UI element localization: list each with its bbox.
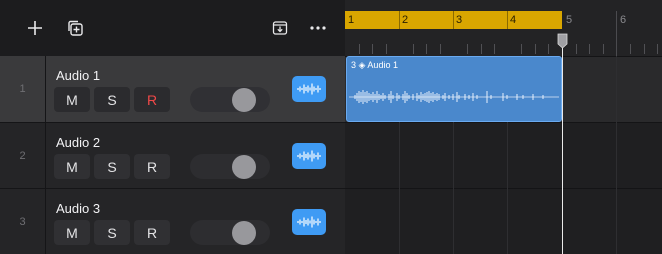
add-track-button[interactable] bbox=[23, 16, 47, 40]
ruler-tick bbox=[494, 44, 496, 54]
track-header-panel: 1 Audio 1 M S R 2 Audio 2 M S R 3 Audio … bbox=[0, 0, 345, 254]
import-icon bbox=[272, 21, 288, 35]
track-number: 3 bbox=[0, 189, 46, 254]
bar-divider bbox=[616, 11, 617, 56]
region-label: 3 ◈ Audio 1 bbox=[351, 60, 398, 70]
ruler-tick bbox=[521, 44, 523, 54]
more-options-button[interactable] bbox=[306, 16, 330, 40]
ruler-tick bbox=[480, 44, 482, 54]
ruler-tick bbox=[358, 44, 360, 54]
mute-button[interactable]: M bbox=[54, 87, 90, 112]
ruler-tick bbox=[602, 44, 604, 54]
track-lane[interactable] bbox=[345, 188, 662, 254]
tracks-area[interactable]: 1 2 3 4 5 6 3 ◈ Audio 1 bbox=[345, 0, 662, 254]
volume-slider-knob[interactable] bbox=[232, 87, 256, 112]
bar-number: 4 bbox=[510, 14, 517, 26]
region-waveform bbox=[349, 90, 559, 104]
bar-number: 1 bbox=[348, 14, 355, 26]
bar-number: 5 bbox=[566, 14, 573, 26]
playhead-line bbox=[562, 40, 563, 254]
bar-divider bbox=[453, 11, 454, 29]
track-lane[interactable] bbox=[345, 122, 662, 188]
bar-ruler[interactable]: 1 2 3 4 5 6 bbox=[345, 0, 662, 56]
track-name[interactable]: Audio 1 bbox=[56, 68, 100, 83]
ruler-tick bbox=[548, 44, 550, 54]
playhead-icon bbox=[557, 33, 568, 49]
track-number: 1 bbox=[0, 56, 46, 122]
track-row[interactable]: 3 Audio 3 M S R bbox=[0, 188, 345, 254]
bar-divider bbox=[507, 11, 508, 29]
bar-number: 6 bbox=[620, 14, 627, 26]
track-icon-button[interactable] bbox=[292, 76, 326, 102]
mute-button[interactable]: M bbox=[54, 220, 90, 245]
solo-button[interactable]: S bbox=[94, 87, 130, 112]
solo-button[interactable]: S bbox=[94, 220, 130, 245]
ruler-tick bbox=[643, 44, 645, 54]
volume-slider-knob[interactable] bbox=[232, 154, 256, 179]
record-enable-button[interactable]: R bbox=[134, 154, 170, 179]
waveform-icon bbox=[297, 83, 321, 95]
duplicate-track-button[interactable] bbox=[63, 16, 87, 40]
ruler-tick bbox=[372, 44, 373, 54]
playhead-handle[interactable] bbox=[557, 33, 568, 49]
ruler-tick bbox=[534, 44, 536, 54]
bar-number: 3 bbox=[456, 14, 463, 26]
record-enable-button[interactable]: R bbox=[134, 87, 170, 112]
ruler-tick bbox=[385, 44, 387, 54]
solo-button[interactable]: S bbox=[94, 154, 130, 179]
track-row[interactable]: 1 Audio 1 M S R bbox=[0, 56, 345, 122]
waveform-icon bbox=[297, 216, 321, 228]
plus-icon bbox=[28, 21, 42, 35]
ruler-tick bbox=[439, 44, 441, 54]
ruler-tick bbox=[657, 44, 658, 54]
duplicate-icon bbox=[68, 20, 83, 36]
track-name[interactable]: Audio 2 bbox=[56, 135, 100, 150]
waveform-icon bbox=[297, 150, 321, 162]
tracks-toolbar bbox=[0, 0, 345, 56]
ellipsis-icon bbox=[310, 26, 326, 30]
record-enable-button[interactable]: R bbox=[134, 220, 170, 245]
bar-divider bbox=[399, 11, 400, 29]
ruler-tick bbox=[467, 44, 469, 54]
ruler-tick bbox=[589, 44, 591, 54]
mute-button[interactable]: M bbox=[54, 154, 90, 179]
volume-slider-knob[interactable] bbox=[232, 220, 256, 245]
ruler-tick bbox=[412, 44, 414, 54]
volume-slider[interactable] bbox=[190, 154, 270, 179]
track-icon-button[interactable] bbox=[292, 209, 326, 235]
track-row[interactable]: 2 Audio 2 M S R bbox=[0, 122, 345, 188]
ruler-tick bbox=[426, 44, 428, 54]
import-button[interactable] bbox=[268, 16, 292, 40]
track-number: 2 bbox=[0, 123, 46, 188]
audio-region[interactable]: 3 ◈ Audio 1 bbox=[346, 56, 562, 122]
ruler-tick bbox=[630, 44, 631, 54]
volume-slider[interactable] bbox=[190, 87, 270, 112]
ruler-tick bbox=[575, 44, 577, 54]
track-icon-button[interactable] bbox=[292, 143, 326, 169]
grid-line bbox=[616, 56, 617, 254]
bar-number: 2 bbox=[402, 14, 409, 26]
volume-slider[interactable] bbox=[190, 220, 270, 245]
track-name[interactable]: Audio 3 bbox=[56, 201, 100, 216]
